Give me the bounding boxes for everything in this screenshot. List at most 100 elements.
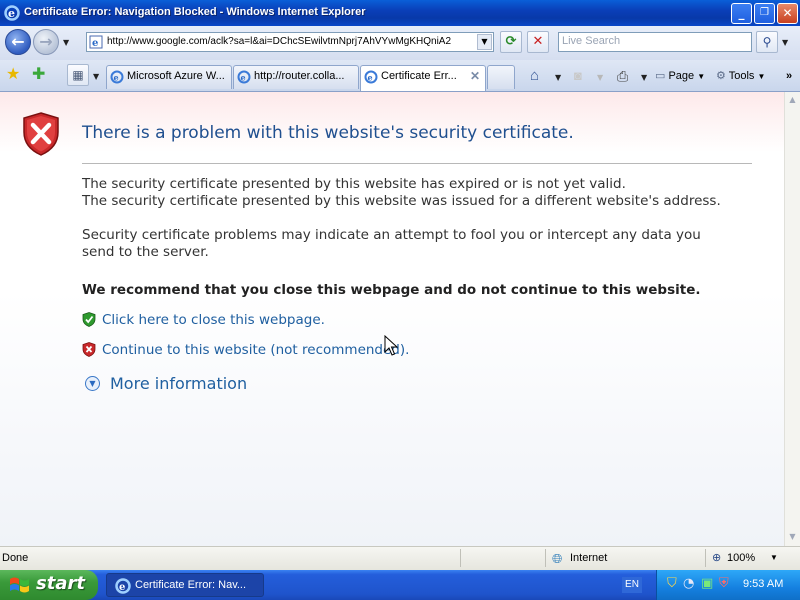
feeds-dropdown-icon[interactable]: ▼ — [597, 73, 603, 82]
search-icon: ⚲ — [762, 35, 772, 49]
home-icon[interactable]: ⌂ — [530, 66, 539, 86]
green-shield-icon — [82, 312, 96, 327]
stop-icon: ✕ — [532, 34, 544, 49]
forward-button[interactable]: → — [33, 29, 59, 55]
tools-menu-button[interactable]: ⚙ Tools ▼ — [716, 66, 765, 86]
page-icon: e — [89, 35, 103, 49]
mouse-cursor-icon — [384, 335, 398, 356]
close-window-button[interactable]: ✕ — [777, 3, 798, 24]
tab-router[interactable]: e http://router.colla... — [233, 65, 359, 89]
security-shield-icon — [23, 112, 59, 156]
recommendation-text: We recommend that you close this webpage… — [82, 282, 701, 298]
url-text[interactable]: http://www.google.com/aclk?sa=l&ai=DChcS… — [107, 36, 477, 47]
page-title: There is a problem with this website's s… — [82, 123, 574, 143]
status-divider — [545, 549, 546, 567]
refresh-button[interactable]: ⟳ — [500, 31, 522, 53]
svg-text:e: e — [92, 38, 98, 49]
print-icon[interactable]: ⎙ — [617, 66, 628, 86]
start-label: start — [36, 573, 85, 594]
address-input[interactable]: e http://www.google.com/aclk?sa=l&ai=DCh… — [86, 32, 494, 52]
toolbar-overflow-icon[interactable]: » — [786, 66, 792, 86]
window-title: Certificate Error: Navigation Blocked - … — [24, 6, 366, 18]
start-button[interactable]: start — [0, 570, 98, 600]
svg-text:e: e — [368, 73, 373, 83]
feeds-icon[interactable]: ◙ — [574, 66, 582, 86]
more-information-link[interactable]: More information — [110, 374, 247, 393]
close-webpage-link[interactable]: Click here to close this webpage. — [102, 312, 325, 328]
security-alert-icon[interactable]: ⛨ — [719, 576, 729, 591]
network-icon[interactable]: ◔ — [683, 576, 694, 591]
system-tray: ⛉ ◔ ▣ ⛨ 9:53 AM — [656, 570, 800, 600]
expand-chevron-icon[interactable]: ▼ — [85, 376, 100, 391]
red-shield-icon — [82, 342, 96, 357]
tab-label: Microsoft Azure W... — [127, 70, 225, 82]
ie-page-icon: e — [237, 70, 251, 84]
favorites-star-icon[interactable]: ★ — [6, 64, 20, 83]
stop-button[interactable]: ✕ — [527, 31, 549, 53]
restore-button[interactable]: ❐ — [754, 3, 775, 24]
warning-text-line-1: Security certificate problems may indica… — [82, 227, 701, 243]
svg-text:e: e — [114, 73, 119, 83]
forward-arrow-icon: → — [39, 32, 53, 51]
globe-icon: 🌐︎ — [552, 551, 563, 566]
search-input[interactable]: Live Search — [558, 32, 752, 52]
tab-list-dropdown-icon[interactable]: ▼ — [93, 72, 99, 81]
page-menu-button[interactable]: ▭ Page ▼ — [655, 66, 705, 86]
security-center-icon[interactable]: ⛉ — [667, 576, 677, 591]
ie-page-icon: e — [110, 70, 124, 84]
status-divider — [460, 549, 461, 567]
add-favorites-icon[interactable]: ✚ — [32, 64, 45, 83]
tab-azure[interactable]: e Microsoft Azure W... — [106, 65, 232, 89]
tab-label: Certificate Err... — [381, 70, 457, 82]
page-icon: ▭ — [655, 70, 666, 82]
divider — [82, 163, 752, 164]
warning-text-line-2: send to the server. — [82, 244, 209, 260]
print-dropdown-icon[interactable]: ▼ — [641, 73, 647, 82]
scroll-down-icon[interactable]: ▼ — [785, 529, 800, 545]
page-content: There is a problem with this website's s… — [0, 92, 784, 546]
tab-certificate-error[interactable]: e Certificate Err... ✕ — [360, 65, 486, 91]
windows-logo-icon — [10, 577, 29, 593]
taskbar-item-ie[interactable]: e Certificate Error: Nav... — [106, 573, 264, 597]
zoom-level[interactable]: 100% — [727, 552, 755, 564]
scroll-up-icon[interactable]: ▲ — [785, 92, 800, 108]
title-bar[interactable]: e Certificate Error: Navigation Blocked … — [0, 0, 800, 26]
minimize-button[interactable]: _ — [731, 3, 752, 24]
svg-text:e: e — [8, 7, 15, 20]
home-dropdown-icon[interactable]: ▼ — [555, 73, 561, 82]
ie-logo-icon: e — [115, 578, 131, 594]
zoom-icon: ⊕ — [712, 552, 722, 564]
history-dropdown-icon[interactable]: ▼ — [63, 38, 69, 47]
new-tab-button[interactable] — [487, 65, 515, 89]
quick-tabs-icon: ▦ — [72, 68, 84, 82]
search-button[interactable]: ⚲ — [756, 31, 778, 53]
reason-mismatch: The security certificate presented by th… — [82, 193, 721, 209]
gear-icon: ⚙ — [716, 70, 726, 82]
taskbar-item-label: Certificate Error: Nav... — [135, 579, 247, 591]
continue-website-link[interactable]: Continue to this website (not recommende… — [102, 342, 409, 358]
back-button[interactable]: ← — [5, 29, 31, 55]
back-arrow-icon: ← — [11, 32, 25, 51]
ie-logo-icon: e — [4, 5, 20, 21]
svg-text:e: e — [241, 73, 246, 83]
tools-menu-label: Tools — [728, 70, 755, 82]
connection-icon[interactable]: ▣ — [701, 576, 713, 591]
clock[interactable]: 9:53 AM — [743, 578, 783, 590]
page-dropdown-icon: ▼ — [697, 72, 706, 81]
quick-tabs-button[interactable]: ▦ — [67, 64, 89, 86]
search-options-dropdown-icon[interactable]: ▼ — [782, 38, 788, 47]
tab-bar: ★ ✚ ▦ ▼ e Microsoft Azure W... e http://… — [0, 60, 800, 92]
language-indicator[interactable]: EN — [622, 577, 642, 593]
vertical-scrollbar[interactable]: ▲ ▼ — [784, 92, 800, 546]
reason-expired: The security certificate presented by th… — [82, 176, 626, 192]
address-dropdown-icon[interactable]: ▼ — [477, 34, 492, 50]
address-toolbar: ← → ▼ e http://www.google.com/aclk?sa=l&… — [0, 26, 800, 60]
taskbar: start e Certificate Error: Nav... EN ⛉ ◔… — [0, 570, 800, 600]
status-bar: Done 🌐︎ Internet ⊕ 100% ▼ — [0, 546, 800, 570]
ie-page-icon: e — [364, 70, 378, 84]
zoom-dropdown-icon[interactable]: ▼ — [770, 553, 778, 562]
refresh-icon: ⟳ — [505, 34, 517, 49]
tab-label: http://router.colla... — [254, 70, 345, 82]
page-menu-label: Page — [668, 70, 695, 82]
close-tab-icon[interactable]: ✕ — [470, 69, 480, 83]
